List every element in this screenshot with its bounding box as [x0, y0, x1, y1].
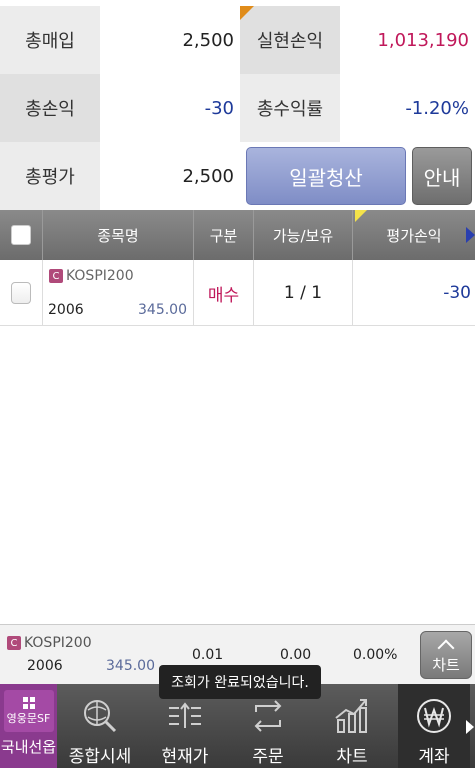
instrument-price: 345.00 [138, 302, 187, 318]
row-type: 매수 [194, 260, 254, 326]
won-icon [414, 696, 454, 736]
row-instrument[interactable]: C KOSPI200 2006 345.00 [43, 260, 194, 326]
table-row[interactable]: C KOSPI200 2006 345.00 매수 1 / 1 -30 [0, 260, 475, 326]
liquidate-all-button[interactable]: 일괄청산 [246, 147, 406, 205]
quote-price: 345.00 [106, 658, 155, 674]
scroll-right-icon[interactable] [466, 227, 475, 243]
realized-pl-label: 실현손익 [240, 6, 340, 74]
quote-value-2: 0.00 [280, 647, 312, 663]
nav-label: 종합시세 [68, 747, 132, 767]
corner-marker [240, 6, 254, 20]
quote-name-text: KOSPI200 [24, 635, 92, 651]
corner-marker [355, 210, 367, 222]
total-pl-label: 총손익 [0, 74, 100, 142]
instrument-badge: C [49, 269, 63, 283]
summary-row-1: 총매입 2,500 실현손익 1,013,190 [0, 6, 475, 74]
nav-chart[interactable]: 차트 [312, 684, 392, 768]
exchange-arrows-icon [248, 696, 288, 736]
total-eval-value: 2,500 [100, 142, 240, 210]
nav-label: 주문 [252, 747, 284, 767]
nav-label: 현재가 [161, 747, 209, 767]
header-select-all[interactable] [0, 210, 43, 260]
quote-name: C KOSPI200 [7, 635, 92, 651]
globe-search-icon [80, 696, 120, 736]
total-eval-label: 총평가 [0, 142, 100, 210]
quote-code: 2006 [27, 658, 63, 674]
app-logo: 영웅문SF [3, 690, 54, 732]
total-return-label: 총수익률 [240, 74, 340, 142]
total-pl-value: -30 [100, 74, 240, 142]
quote-value-1: 0.01 [192, 647, 224, 663]
nav-label: 차트 [336, 747, 368, 767]
nav-label: 국내선옵 [0, 738, 57, 756]
chart-button[interactable]: 차트 [420, 631, 472, 679]
header-avail-hold[interactable]: 가능/보유 [254, 210, 353, 260]
summary-row-2: 총손익 -30 총수익률 -1.20% [0, 74, 475, 142]
header-name[interactable]: 종목명 [43, 210, 194, 260]
instrument-badge: C [7, 636, 21, 650]
header-eval-pl[interactable]: 평가손익 [353, 210, 475, 260]
quote-value-3: 0.00% [353, 647, 398, 663]
nav-account[interactable]: 계좌 [398, 684, 470, 768]
nav-market-overview[interactable]: 종합시세 [60, 684, 140, 768]
row-select[interactable] [0, 260, 43, 326]
checkbox-icon[interactable] [11, 225, 31, 245]
total-buy-value: 2,500 [100, 6, 240, 74]
toast-message: 조회가 완료되었습니다. [159, 665, 321, 699]
chart-icon [332, 696, 372, 736]
nav-next-icon[interactable] [466, 720, 474, 734]
grid-icon [22, 697, 35, 709]
app-logo-text: 영웅문SF [6, 712, 51, 725]
instrument-name-text: KOSPI200 [66, 268, 134, 284]
info-button[interactable]: 안내 [412, 147, 472, 205]
row-eval-pl: -30 [443, 283, 471, 303]
realized-pl-value: 1,013,190 [340, 6, 475, 74]
table-header: 종목명 구분 가능/보유 평가손익 [0, 210, 475, 260]
total-return-value: -1.20% [340, 74, 475, 142]
total-buy-label: 총매입 [0, 6, 100, 74]
nav-label: 계좌 [418, 747, 450, 767]
price-list-icon [165, 696, 205, 736]
checkbox-icon[interactable] [11, 282, 31, 304]
instrument-name: C KOSPI200 [49, 268, 134, 284]
instrument-code: 2006 [48, 302, 84, 318]
chart-button-label: 차트 [432, 655, 460, 674]
header-type[interactable]: 구분 [194, 210, 254, 260]
row-avail-hold: 1 / 1 [254, 260, 353, 326]
nav-domestic-futures[interactable]: 영웅문SF 국내선옵 [0, 684, 57, 768]
